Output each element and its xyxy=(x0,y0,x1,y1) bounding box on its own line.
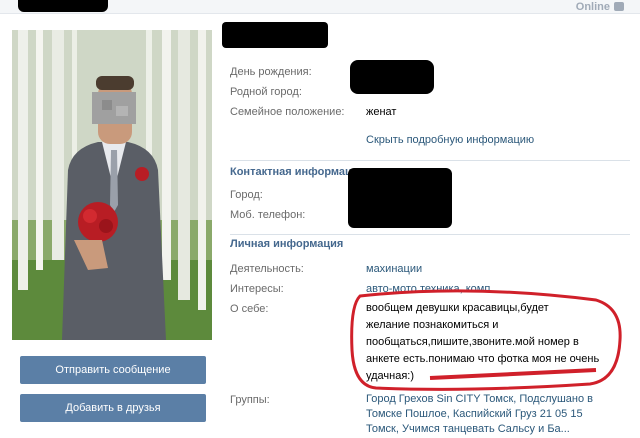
red-annotation-ellipse xyxy=(350,289,622,391)
